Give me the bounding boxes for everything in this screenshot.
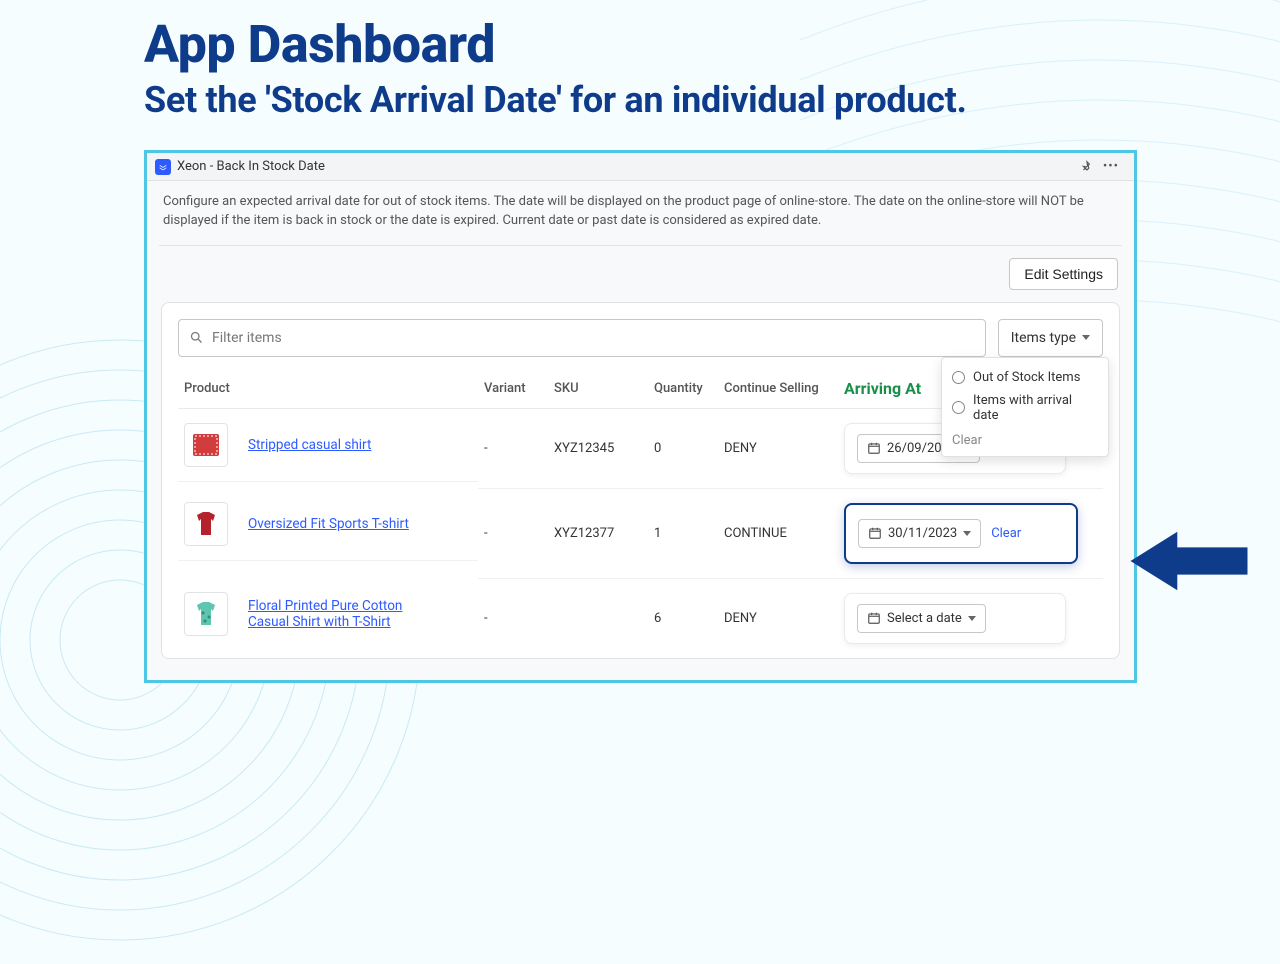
edit-settings-button[interactable]: Edit Settings	[1009, 258, 1118, 290]
cell-sku: XYZ12377	[548, 488, 648, 578]
callout-arrow	[1130, 522, 1248, 604]
cell-qty: 0	[648, 408, 718, 488]
date-picker-button[interactable]: 30/11/2023	[858, 519, 981, 548]
cell-continue: DENY	[718, 408, 838, 488]
window-title: Xeon - Back In Stock Date	[177, 159, 325, 174]
calendar-icon	[867, 611, 881, 625]
products-card: Filter items Items type Out of Stock Ite…	[161, 302, 1120, 659]
cell-sku: XYZ12345	[548, 408, 648, 488]
col-quantity: Quantity	[648, 369, 718, 409]
clear-date-link[interactable]: Clear	[991, 526, 1021, 541]
page-subtitle: Set the 'Stock Arrival Date' for an indi…	[144, 79, 1280, 121]
table-row: Floral Printed Pure Cotton Casual Shirt …	[178, 578, 1103, 658]
cell-continue: DENY	[718, 578, 838, 658]
option-label: Out of Stock Items	[973, 370, 1080, 385]
option-out-of-stock[interactable]: Out of Stock Items	[952, 366, 1098, 389]
col-variant: Variant	[478, 369, 548, 409]
col-continue-selling: Continue Selling	[718, 369, 838, 409]
option-label: Items with arrival date	[973, 393, 1098, 423]
chevron-down-icon	[968, 616, 976, 621]
cell-qty: 1	[648, 488, 718, 578]
search-icon	[189, 330, 204, 345]
search-placeholder: Filter items	[212, 330, 282, 346]
arrival-date-card-highlighted: 30/11/2023 Clear	[844, 503, 1078, 564]
cell-continue: CONTINUE	[718, 488, 838, 578]
arrival-date-card: Select a date	[844, 593, 1066, 644]
radio-icon	[952, 401, 965, 414]
items-type-label: Items type	[1011, 330, 1076, 346]
cell-qty: 6	[648, 578, 718, 658]
col-product: Product	[178, 369, 478, 409]
cell-variant: -	[478, 488, 548, 578]
table-row: Oversized Fit Sports T-shirt - XYZ12377 …	[178, 488, 1103, 578]
product-link[interactable]: Floral Printed Pure Cotton Casual Shirt …	[248, 598, 438, 630]
popover-clear[interactable]: Clear	[952, 427, 1098, 448]
product-thumbnail	[184, 502, 228, 546]
more-icon[interactable]: •••	[1102, 158, 1120, 176]
product-link[interactable]: Oversized Fit Sports T-shirt	[248, 516, 409, 532]
search-input[interactable]: Filter items	[178, 319, 986, 357]
col-sku: SKU	[548, 369, 648, 409]
items-type-popover: Out of Stock Items Items with arrival da…	[941, 357, 1109, 457]
date-value: Select a date	[887, 611, 962, 626]
cell-sku	[548, 578, 648, 658]
option-arrival-date[interactable]: Items with arrival date	[952, 389, 1098, 427]
calendar-icon	[867, 441, 881, 455]
product-thumbnail	[184, 592, 228, 636]
page-title: App Dashboard	[144, 18, 1280, 73]
pin-icon[interactable]	[1078, 158, 1096, 176]
product-link[interactable]: Stripped casual shirt	[248, 437, 371, 453]
items-type-dropdown[interactable]: Items type	[998, 319, 1103, 357]
radio-icon	[952, 371, 965, 384]
date-value: 30/11/2023	[888, 526, 957, 541]
chevron-down-icon	[1082, 335, 1090, 340]
app-frame: Xeon - Back In Stock Date ••• Configure …	[144, 150, 1137, 683]
window-titlebar: Xeon - Back In Stock Date •••	[147, 153, 1134, 181]
chevron-down-icon	[963, 531, 971, 536]
calendar-icon	[868, 526, 882, 540]
cell-variant: -	[478, 408, 548, 488]
date-picker-button[interactable]: Select a date	[857, 604, 986, 633]
product-thumbnail	[184, 423, 228, 467]
app-logo	[155, 159, 171, 175]
cell-variant: -	[478, 578, 548, 658]
app-description: Configure an expected arrival date for o…	[159, 193, 1122, 246]
